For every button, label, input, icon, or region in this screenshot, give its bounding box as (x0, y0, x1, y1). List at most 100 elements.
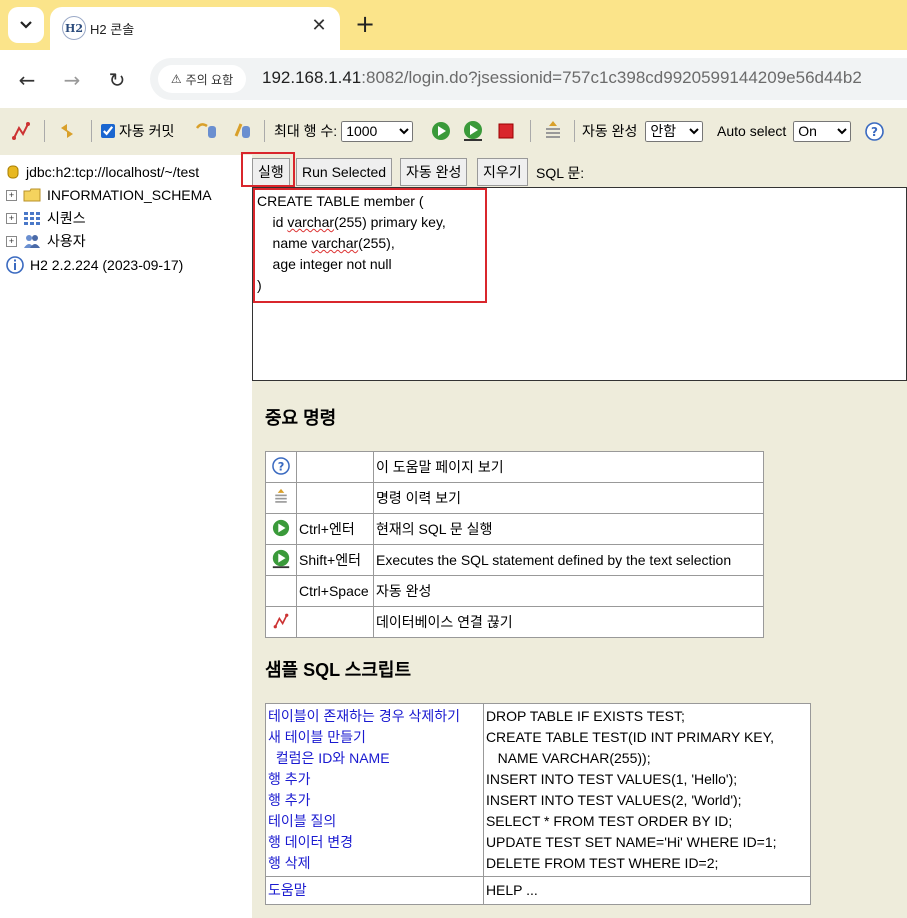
help-key: Ctrl+Space (296, 575, 374, 607)
refresh-button[interactable] (56, 120, 78, 142)
database-icon (7, 165, 19, 179)
disconnect-button[interactable] (10, 120, 32, 142)
help-icon-cell: ? (265, 451, 297, 483)
help-icon-cell (265, 513, 297, 545)
run-icon (272, 519, 290, 536)
url-path: :8082/login.do?jsessionid=757c1c398cd992… (361, 68, 862, 87)
max-rows-control: 최대 행 수: 1000 (274, 120, 414, 142)
help-desc: 자동 완성 (373, 575, 764, 607)
expand-icon[interactable]: + (6, 235, 17, 247)
tree-item-label: 사용자 (47, 233, 86, 249)
folder-icon (23, 188, 41, 202)
chevron-down-icon (20, 21, 32, 29)
run-selected-button[interactable] (462, 120, 484, 142)
version-label: H2 2.2.224 (2023-09-17) (30, 257, 184, 273)
query-panel: 실행 Run Selected 자동 완성 지우기 SQL 문: CREATE … (241, 152, 907, 918)
sample-link-create-columns[interactable]: 컬럼은 ID와 NAME (268, 748, 481, 769)
browser-nav-bar: ← → ↻ ⚠ 주의 요함 192.168.1.41:8082/login.do… (0, 50, 907, 108)
expand-icon[interactable]: + (6, 189, 17, 201)
tree-item-label: 시퀀스 (47, 210, 86, 226)
tree-item-users[interactable]: + 사용자 (6, 230, 86, 252)
run-button[interactable] (431, 120, 451, 142)
sample-code-line: DROP TABLE IF EXISTS TEST; (485, 708, 685, 724)
sample-link-insert-1[interactable]: 행 추가 (268, 769, 481, 790)
query-buttons: 실행 Run Selected 자동 완성 지우기 SQL 문: (241, 152, 907, 187)
autocomplete-select[interactable]: 안함 (645, 120, 704, 142)
help-key: Ctrl+엔터 (296, 513, 374, 545)
tree-item-information-schema[interactable]: + INFORMATION_SCHEMA (6, 184, 212, 206)
commit-button[interactable] (232, 120, 254, 142)
back-arrow-icon[interactable]: ← (12, 65, 42, 95)
address-bar[interactable]: ⚠ 주의 요함 192.168.1.41:8082/login.do?jsess… (150, 58, 907, 100)
reload-icon[interactable]: ↻ (102, 65, 132, 95)
connection-url: jdbc:h2:tcp://localhost/~/test (26, 164, 200, 180)
help-button[interactable]: ? (865, 120, 884, 142)
sample-link-insert-2[interactable]: 행 추가 (268, 790, 481, 811)
history-button[interactable] (542, 120, 564, 142)
run-selected-query-button[interactable]: Run Selected (296, 158, 393, 186)
help-key (296, 482, 374, 514)
help-icon: ? (272, 456, 290, 475)
tab-search-button[interactable] (8, 7, 44, 43)
refresh-icon (61, 124, 73, 138)
help-row: Shift+엔터 Executes the SQL statement defi… (265, 544, 764, 576)
sample-code-line: SELECT * FROM TEST ORDER BY ID; (485, 813, 733, 829)
run-selected-icon (464, 121, 482, 141)
rollback-icon (195, 123, 216, 138)
h2-logo-icon: H2 (62, 16, 86, 40)
autocomplete-button[interactable]: 자동 완성 (400, 158, 468, 186)
browser-tab-strip: H2 H2 콘솔 ✕ + (0, 0, 907, 50)
help-table: ? 이 도움말 페이지 보기 명령 이력 보기 Ctrl+엔터 현재의 SQL … (265, 451, 764, 638)
sample-code-line: NAME VARCHAR(255)); (485, 750, 651, 766)
rollback-button[interactable] (195, 120, 219, 142)
sample-link-help[interactable]: 도움말 (268, 880, 481, 901)
sample-link-delete[interactable]: 행 삭제 (268, 853, 481, 874)
important-commands-title: 중요 명령 (265, 408, 337, 428)
help-desc: Executes the SQL statement defined by th… (373, 544, 764, 576)
browser-tab[interactable]: H2 H2 콘솔 ✕ (50, 7, 340, 50)
disconnect-icon (12, 122, 30, 140)
cancel-button[interactable] (497, 120, 515, 142)
sequence-icon (24, 212, 40, 225)
tab-close-icon[interactable]: ✕ (308, 15, 330, 37)
svg-text:?: ? (278, 459, 285, 473)
sample-code-line: INSERT INTO TEST VALUES(2, 'World'); (485, 792, 742, 808)
tree-item-sequences[interactable]: + 시퀀스 (6, 207, 86, 229)
sample-link-update[interactable]: 행 데이터 변경 (268, 832, 481, 853)
tree-item-label: INFORMATION_SCHEMA (47, 187, 212, 203)
help-key (296, 606, 374, 638)
forward-arrow-icon[interactable]: → (57, 65, 87, 95)
svg-text:?: ? (871, 125, 878, 139)
expand-icon[interactable]: + (6, 212, 17, 224)
sql-highlight-box (253, 188, 487, 303)
security-chip[interactable]: ⚠ 주의 요함 (158, 65, 246, 93)
run-highlight-box (241, 152, 295, 187)
run-selected-icon (272, 549, 290, 568)
autocomplete-control: 자동 완성 안함 (582, 120, 704, 142)
sample-links-cell: 테이블이 존재하는 경우 삭제하기 새 테이블 만들기 컬럼은 ID와 NAME… (265, 703, 484, 877)
disconnect-icon (273, 613, 289, 628)
auto-commit-checkbox[interactable] (101, 124, 115, 138)
auto-select-select[interactable]: On (793, 120, 852, 142)
help-row: Ctrl+엔터 현재의 SQL 문 실행 (265, 513, 764, 545)
url-text: 192.168.1.41:8082/login.do?jsessionid=75… (262, 68, 862, 88)
sample-link-drop[interactable]: 테이블이 존재하는 경우 삭제하기 (268, 706, 481, 727)
sample-link-create[interactable]: 새 테이블 만들기 (268, 727, 481, 748)
sample-link-select[interactable]: 테이블 질의 (268, 811, 481, 832)
new-tab-button[interactable]: + (352, 12, 378, 38)
tree-connection[interactable]: jdbc:h2:tcp://localhost/~/test (6, 161, 199, 183)
sample-code-help: HELP ... (485, 882, 538, 898)
security-chip-label: 주의 요함 (185, 72, 234, 87)
max-rows-label: 최대 행 수: (274, 123, 338, 139)
max-rows-select[interactable]: 1000 (341, 120, 414, 142)
help-desc: 현재의 SQL 문 실행 (373, 513, 764, 545)
help-desc: 명령 이력 보기 (373, 482, 764, 514)
sql-editor[interactable]: CREATE TABLE member ( id varchar(255) pr… (252, 187, 907, 381)
clear-button[interactable]: 지우기 (477, 158, 528, 186)
info-icon (6, 256, 24, 274)
help-icon-cell (265, 606, 297, 638)
history-icon (275, 488, 287, 503)
help-key (296, 451, 374, 483)
auto-commit-toggle[interactable]: 자동 커밋 (101, 120, 174, 142)
sample-code-line: CREATE TABLE TEST(ID INT PRIMARY KEY, (485, 729, 775, 745)
